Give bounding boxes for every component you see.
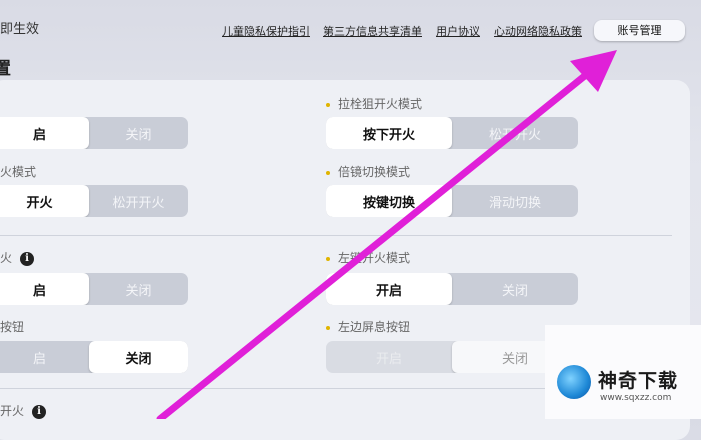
annotation-arrow-icon <box>156 50 617 419</box>
